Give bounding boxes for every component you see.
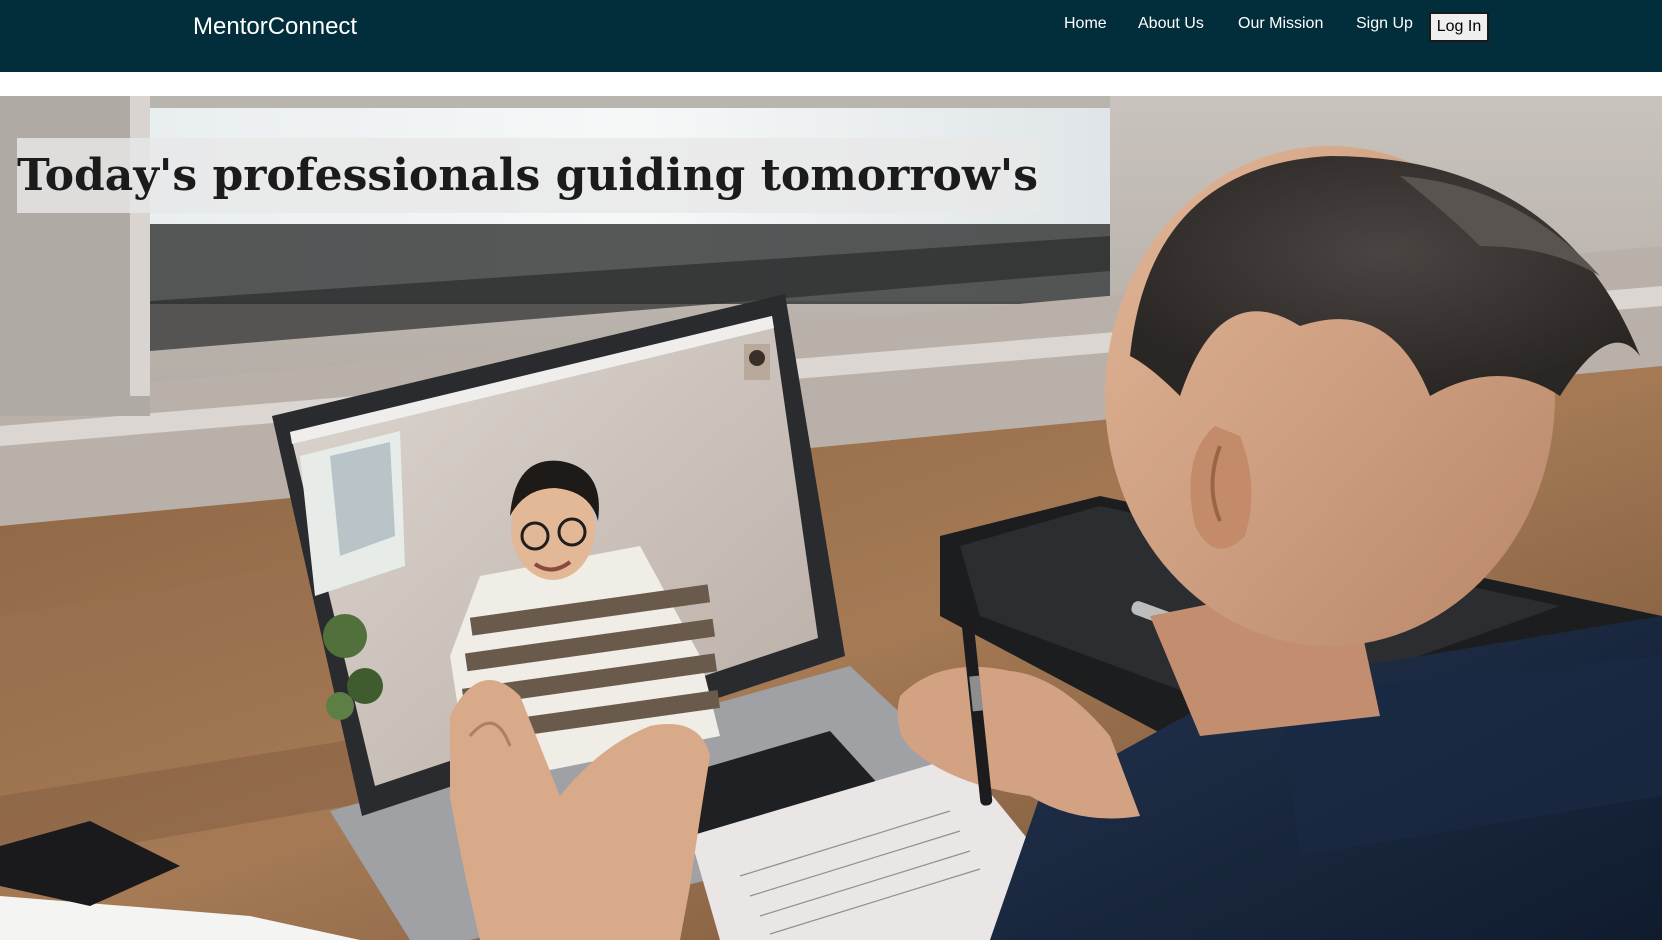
nav-link-sign-up[interactable]: Sign Up (1356, 14, 1413, 34)
hero-section: Today's professionals guiding tomorrow's (0, 96, 1662, 940)
nav-link-home[interactable]: Home (1064, 14, 1107, 34)
hero-image (0, 96, 1662, 940)
nav-link-about-us[interactable]: About Us (1138, 14, 1204, 34)
brand-logo[interactable]: MentorConnect (193, 12, 357, 42)
top-navbar: MentorConnect Home About Us Our Mission … (0, 0, 1662, 72)
hero-headline: Today's professionals guiding tomorrow's (17, 138, 1040, 213)
nav-link-our-mission[interactable]: Our Mission (1238, 14, 1323, 34)
log-in-button[interactable]: Log In (1429, 12, 1489, 42)
